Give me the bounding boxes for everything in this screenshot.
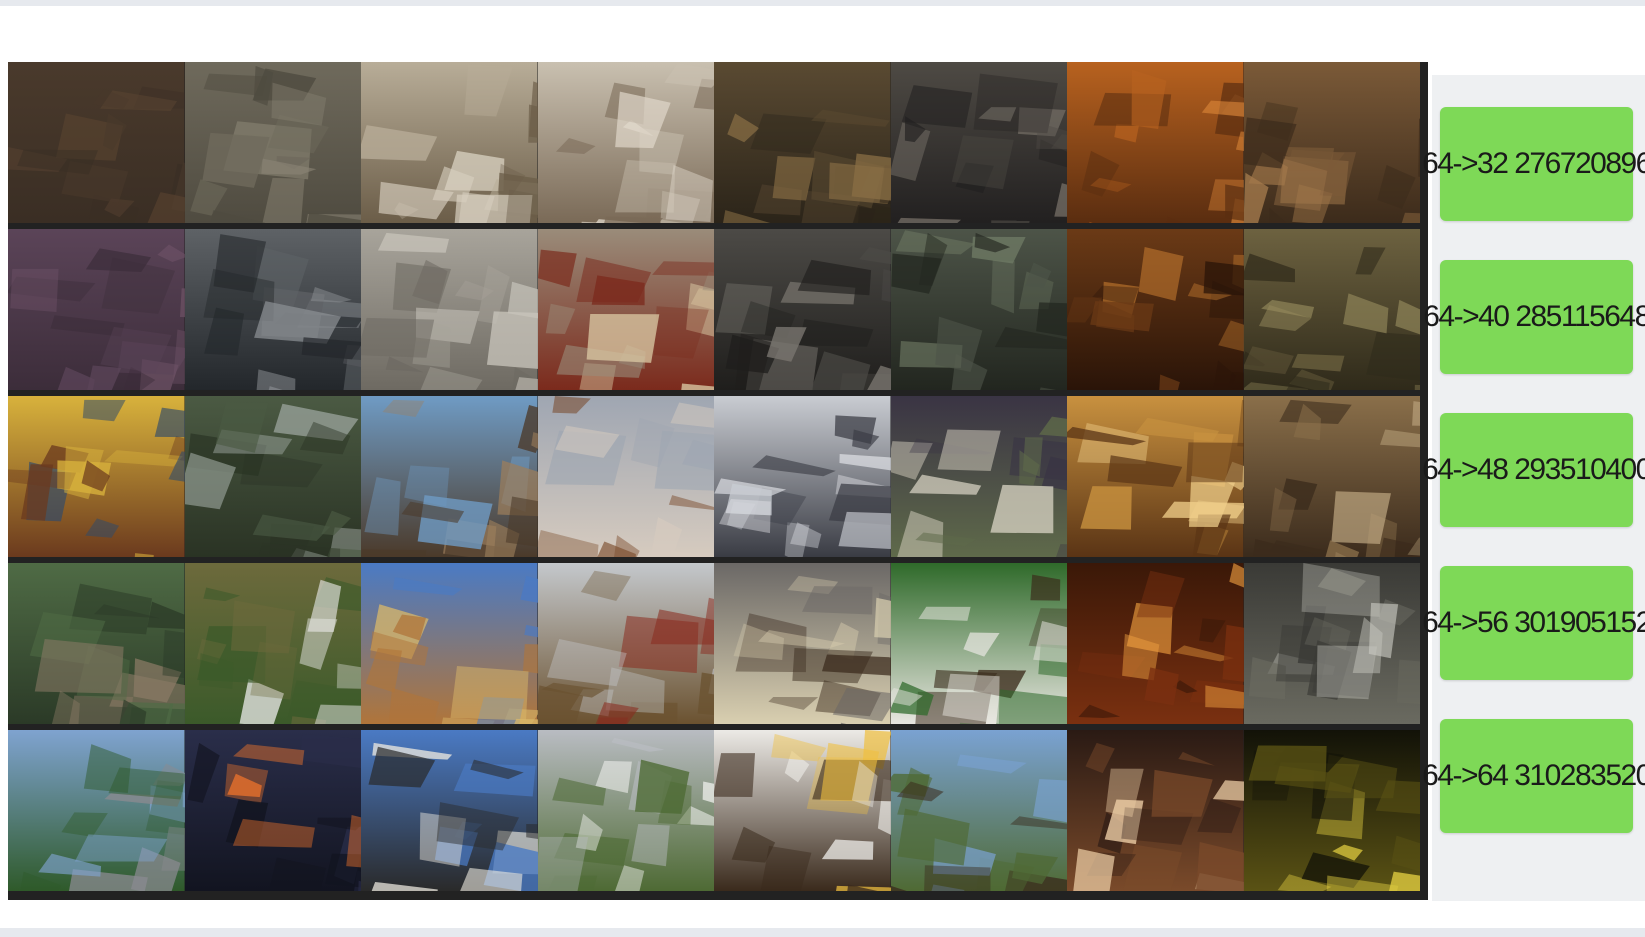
- image-tile-orange-machinery[interactable]: [1243, 62, 1420, 223]
- image-tile-gray-rubble[interactable]: [184, 62, 361, 223]
- image-tile-misty-forest[interactable]: [184, 396, 361, 557]
- label-row-1[interactable]: 64->32 276720896: [1422, 107, 1645, 221]
- image-tile-dark-abstract[interactable]: [714, 62, 891, 223]
- ship-building-image: [537, 229, 714, 390]
- image-tile-golden-folds[interactable]: [1067, 396, 1244, 557]
- branches-image: [890, 229, 1067, 390]
- image-tile-fire-night[interactable]: [1067, 563, 1244, 724]
- image-tile-gray-crumpled[interactable]: [361, 229, 538, 390]
- striped-lighthouse-image: [537, 730, 714, 891]
- image-tile-eagle-face[interactable]: [714, 730, 891, 891]
- image-tile-steaming-hillside[interactable]: [184, 563, 361, 724]
- collapsed-house-image: [361, 396, 538, 557]
- image-tile-lighthouse[interactable]: [361, 730, 538, 891]
- image-tile-branches[interactable]: [890, 229, 1067, 390]
- wooden-ruins-image: [537, 396, 714, 557]
- image-tile-olive-swirl[interactable]: [1243, 229, 1420, 390]
- label-row-4[interactable]: 64->56 301905152: [1422, 566, 1645, 680]
- label-row-2-text: 64->40 285115648: [1423, 300, 1645, 333]
- steaming-hillside-image: [184, 563, 361, 724]
- fire-night-image: [1067, 563, 1244, 724]
- image-tile-dark-mesh[interactable]: [184, 229, 361, 390]
- top-border: [0, 0, 1645, 6]
- label-row-2[interactable]: 64->40 285115648: [1423, 260, 1645, 374]
- image-tile-orange-abstract[interactable]: [1067, 62, 1244, 223]
- image-tile-wooden-ruins[interactable]: [537, 396, 714, 557]
- eagle-branch-image: [890, 730, 1067, 891]
- label-row-3-text: 64->48 293510400: [1422, 453, 1645, 486]
- ruined-tower-image: [1243, 396, 1420, 557]
- brown-texture-image: [8, 62, 185, 223]
- olive-swirl-image: [1243, 229, 1420, 390]
- dark-mesh-image: [184, 229, 361, 390]
- eagle-tree-image: [890, 563, 1067, 724]
- erupting-volcano-image: [184, 730, 361, 891]
- image-tile-erupting-volcano[interactable]: [184, 730, 361, 891]
- misty-forest-image: [184, 396, 361, 557]
- image-tile-striped-lighthouse[interactable]: [537, 730, 714, 891]
- eagle-face-image: [714, 730, 891, 891]
- shredded-paper-image: [537, 62, 714, 223]
- image-tile-shredded-building[interactable]: [361, 62, 538, 223]
- image-tile-white-bird[interactable]: [714, 396, 891, 557]
- image-tile-eagle-forest[interactable]: [890, 396, 1067, 557]
- lighthouse-image: [361, 730, 538, 891]
- purple-texture-image: [8, 229, 185, 390]
- label-row-4-text: 64->56 301905152: [1422, 606, 1645, 639]
- image-tile-ship-building[interactable]: [537, 229, 714, 390]
- volcano-image: [8, 730, 185, 891]
- image-tile-lighthouse-tower[interactable]: [361, 563, 538, 724]
- image-tile-gray-feathers[interactable]: [714, 229, 891, 390]
- gray-rubble-image: [184, 62, 361, 223]
- image-tile-green-hill[interactable]: [8, 563, 185, 724]
- bottom-border: [0, 928, 1645, 937]
- image-tile-dark-rubble[interactable]: [890, 62, 1067, 223]
- image-tile-purple-texture[interactable]: [8, 229, 185, 390]
- shredded-building-image: [361, 62, 538, 223]
- eagle-perched-image: [714, 563, 891, 724]
- dark-abstract-image: [714, 62, 891, 223]
- image-tile-yellow-building[interactable]: [8, 396, 185, 557]
- image-tile-golden-fountain[interactable]: [1243, 730, 1420, 891]
- image-tile-eagle-perched[interactable]: [714, 563, 891, 724]
- gray-crumpled-image: [361, 229, 538, 390]
- eagle-forest-image: [890, 396, 1067, 557]
- image-grid: [8, 62, 1420, 891]
- image-tile-ruined-tower[interactable]: [1243, 396, 1420, 557]
- orange-abstract-image: [1067, 62, 1244, 223]
- image-tile-eagle-tree[interactable]: [890, 563, 1067, 724]
- golden-folds-image: [1067, 396, 1244, 557]
- image-tile-collapsed-house[interactable]: [361, 396, 538, 557]
- green-hill-image: [8, 563, 185, 724]
- yellow-building-image: [8, 396, 185, 557]
- image-tile-volcano[interactable]: [8, 730, 185, 891]
- white-bird-image: [714, 396, 891, 557]
- image-tile-dark-statue[interactable]: [1243, 563, 1420, 724]
- label-row-5-text: 64->64 310283520: [1422, 759, 1645, 792]
- orange-machinery-image: [1243, 62, 1420, 223]
- dark-rubble-image: [890, 62, 1067, 223]
- label-row-5[interactable]: 64->64 310283520: [1422, 719, 1645, 833]
- fountain-night-image: [1067, 730, 1244, 891]
- image-tile-fiery-abstract[interactable]: [1067, 229, 1244, 390]
- image-tile-shredded-paper[interactable]: [537, 62, 714, 223]
- golden-fountain-image: [1243, 730, 1420, 891]
- image-tile-wrecked-ship[interactable]: [537, 563, 714, 724]
- image-tile-brown-texture[interactable]: [8, 62, 185, 223]
- image-tile-eagle-branch[interactable]: [890, 730, 1067, 891]
- label-row-3[interactable]: 64->48 293510400: [1422, 413, 1645, 527]
- label-row-1-text: 64->32 276720896: [1422, 147, 1645, 180]
- wrecked-ship-image: [537, 563, 714, 724]
- gray-feathers-image: [714, 229, 891, 390]
- lighthouse-tower-image: [361, 563, 538, 724]
- dark-statue-image: [1243, 563, 1420, 724]
- fiery-abstract-image: [1067, 229, 1244, 390]
- image-tile-fountain-night[interactable]: [1067, 730, 1244, 891]
